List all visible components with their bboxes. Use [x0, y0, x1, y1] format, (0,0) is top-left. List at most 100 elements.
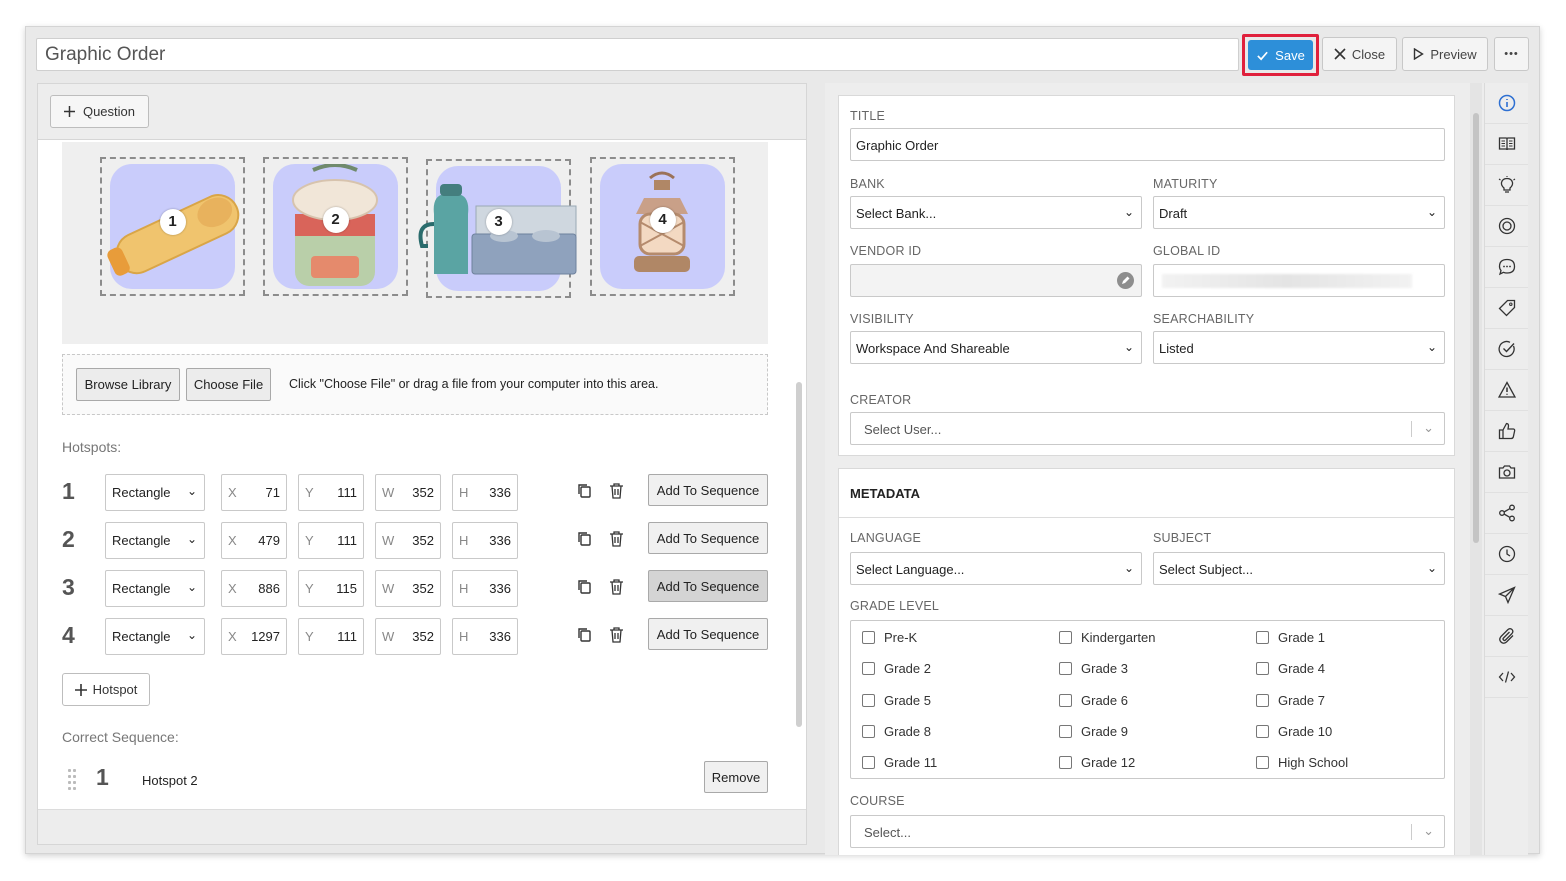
trash-icon[interactable] [607, 577, 625, 597]
grade-checkbox[interactable]: Grade 6 [1059, 693, 1128, 708]
h-field[interactable]: H 336 [452, 474, 518, 511]
h-field[interactable]: H 336 [452, 522, 518, 559]
grade-checkbox[interactable]: Grade 10 [1256, 724, 1332, 739]
book-icon[interactable] [1485, 124, 1528, 165]
grade-checkbox[interactable]: Grade 5 [862, 693, 931, 708]
checkbox[interactable] [1256, 631, 1269, 644]
trash-icon[interactable] [607, 625, 625, 645]
add-to-sequence-button[interactable]: Add To Sequence [648, 618, 768, 650]
checkbox[interactable] [862, 756, 875, 769]
copy-icon[interactable] [575, 625, 593, 645]
grade-checkbox[interactable]: Grade 7 [1256, 693, 1325, 708]
trash-icon[interactable] [607, 481, 625, 501]
remove-button[interactable]: Remove [704, 761, 768, 793]
subject-select[interactable]: Select Subject... ⌄ [1153, 552, 1445, 585]
trash-icon[interactable] [607, 529, 625, 549]
shape-select[interactable]: Rectangle ⌄ [105, 522, 205, 559]
grade-checkbox[interactable]: High School [1256, 755, 1348, 770]
graphic-canvas[interactable]: 1 2 3 4 [62, 142, 768, 344]
grade-checkbox[interactable]: Grade 12 [1059, 755, 1135, 770]
right-scrollbar[interactable] [1473, 113, 1479, 543]
tag-icon[interactable] [1485, 288, 1528, 329]
language-select[interactable]: Select Language... ⌄ [850, 552, 1142, 585]
close-button[interactable]: Close [1322, 37, 1397, 71]
save-button[interactable]: Save [1248, 40, 1313, 70]
checkbox[interactable] [1059, 725, 1072, 738]
copy-icon[interactable] [575, 529, 593, 549]
global-id-field[interactable] [1153, 264, 1445, 297]
check-circle-icon[interactable] [1485, 329, 1528, 370]
grade-checkbox[interactable]: Pre-K [862, 630, 917, 645]
w-field[interactable]: W 352 [375, 570, 441, 607]
add-question-button[interactable]: Question [50, 95, 149, 128]
bank-select[interactable]: Select Bank... ⌄ [850, 196, 1142, 229]
hotspot-region-2[interactable]: 2 [263, 157, 408, 296]
checkbox[interactable] [1256, 725, 1269, 738]
preview-button[interactable]: Preview [1402, 37, 1488, 71]
y-field[interactable]: Y 111 [298, 474, 364, 511]
info-icon[interactable] [1485, 83, 1528, 124]
copy-icon[interactable] [575, 481, 593, 501]
x-field[interactable]: X 479 [221, 522, 287, 559]
clock-icon[interactable] [1485, 534, 1528, 575]
w-field[interactable]: W 352 [375, 522, 441, 559]
comment-icon[interactable] [1485, 247, 1528, 288]
visibility-select[interactable]: Workspace And Shareable ⌄ [850, 331, 1142, 364]
thumbs-up-icon[interactable] [1485, 411, 1528, 452]
checkbox[interactable] [1256, 694, 1269, 707]
x-field[interactable]: X 1297 [221, 618, 287, 655]
checkbox[interactable] [1059, 694, 1072, 707]
grade-checkbox[interactable]: Grade 1 [1256, 630, 1325, 645]
shape-select[interactable]: Rectangle ⌄ [105, 618, 205, 655]
vendor-id-field[interactable] [850, 264, 1142, 297]
checkbox[interactable] [862, 694, 875, 707]
x-field[interactable]: X 71 [221, 474, 287, 511]
checkbox[interactable] [862, 725, 875, 738]
course-select[interactable]: Select... ⌄ [850, 815, 1445, 848]
choose-file-button[interactable]: Choose File [186, 368, 271, 401]
grade-checkbox[interactable]: Grade 8 [862, 724, 931, 739]
title-field[interactable]: Graphic Order [850, 128, 1445, 161]
code-icon[interactable] [1485, 657, 1528, 698]
creator-select[interactable]: Select User... ⌄ [850, 412, 1445, 445]
checkbox[interactable] [862, 662, 875, 675]
x-field[interactable]: X 886 [221, 570, 287, 607]
w-field[interactable]: W 352 [375, 618, 441, 655]
camera-icon[interactable] [1485, 452, 1528, 493]
w-field[interactable]: W 352 [375, 474, 441, 511]
add-hotspot-button[interactable]: Hotspot [62, 673, 150, 706]
add-to-sequence-button[interactable]: Add To Sequence [648, 570, 768, 602]
more-options-button[interactable]: ••• [1494, 37, 1529, 71]
drag-handle-icon[interactable] [68, 769, 78, 791]
grade-checkbox[interactable]: Grade 3 [1059, 661, 1128, 676]
checkbox[interactable] [1059, 662, 1072, 675]
checkbox[interactable] [1256, 756, 1269, 769]
grade-checkbox[interactable]: Grade 4 [1256, 661, 1325, 676]
grade-checkbox[interactable]: Grade 11 [862, 755, 937, 770]
h-field[interactable]: H 336 [452, 570, 518, 607]
h-field[interactable]: H 336 [452, 618, 518, 655]
checkbox[interactable] [1256, 662, 1269, 675]
left-scrollbar[interactable] [796, 382, 802, 727]
grade-checkbox[interactable]: Grade 9 [1059, 724, 1128, 739]
browse-library-button[interactable]: Browse Library [76, 368, 180, 401]
edit-icon[interactable] [1117, 272, 1134, 289]
y-field[interactable]: Y 111 [298, 522, 364, 559]
item-title-input[interactable] [36, 38, 1239, 71]
grade-checkbox[interactable]: Grade 2 [862, 661, 931, 676]
hotspot-region-4[interactable]: 4 [590, 157, 735, 296]
paperclip-icon[interactable] [1485, 616, 1528, 657]
searchability-select[interactable]: Listed ⌄ [1153, 331, 1445, 364]
hotspot-region-3[interactable]: 3 [418, 159, 577, 298]
share-icon[interactable] [1485, 493, 1528, 534]
send-icon[interactable] [1485, 575, 1528, 616]
checkbox[interactable] [1059, 756, 1072, 769]
target-icon[interactable] [1485, 206, 1528, 247]
add-to-sequence-button[interactable]: Add To Sequence [648, 522, 768, 554]
shape-select[interactable]: Rectangle ⌄ [105, 474, 205, 511]
checkbox[interactable] [862, 631, 875, 644]
y-field[interactable]: Y 111 [298, 618, 364, 655]
lightbulb-icon[interactable] [1485, 165, 1528, 206]
warning-icon[interactable] [1485, 370, 1528, 411]
hotspot-region-1[interactable]: 1 [100, 157, 245, 296]
